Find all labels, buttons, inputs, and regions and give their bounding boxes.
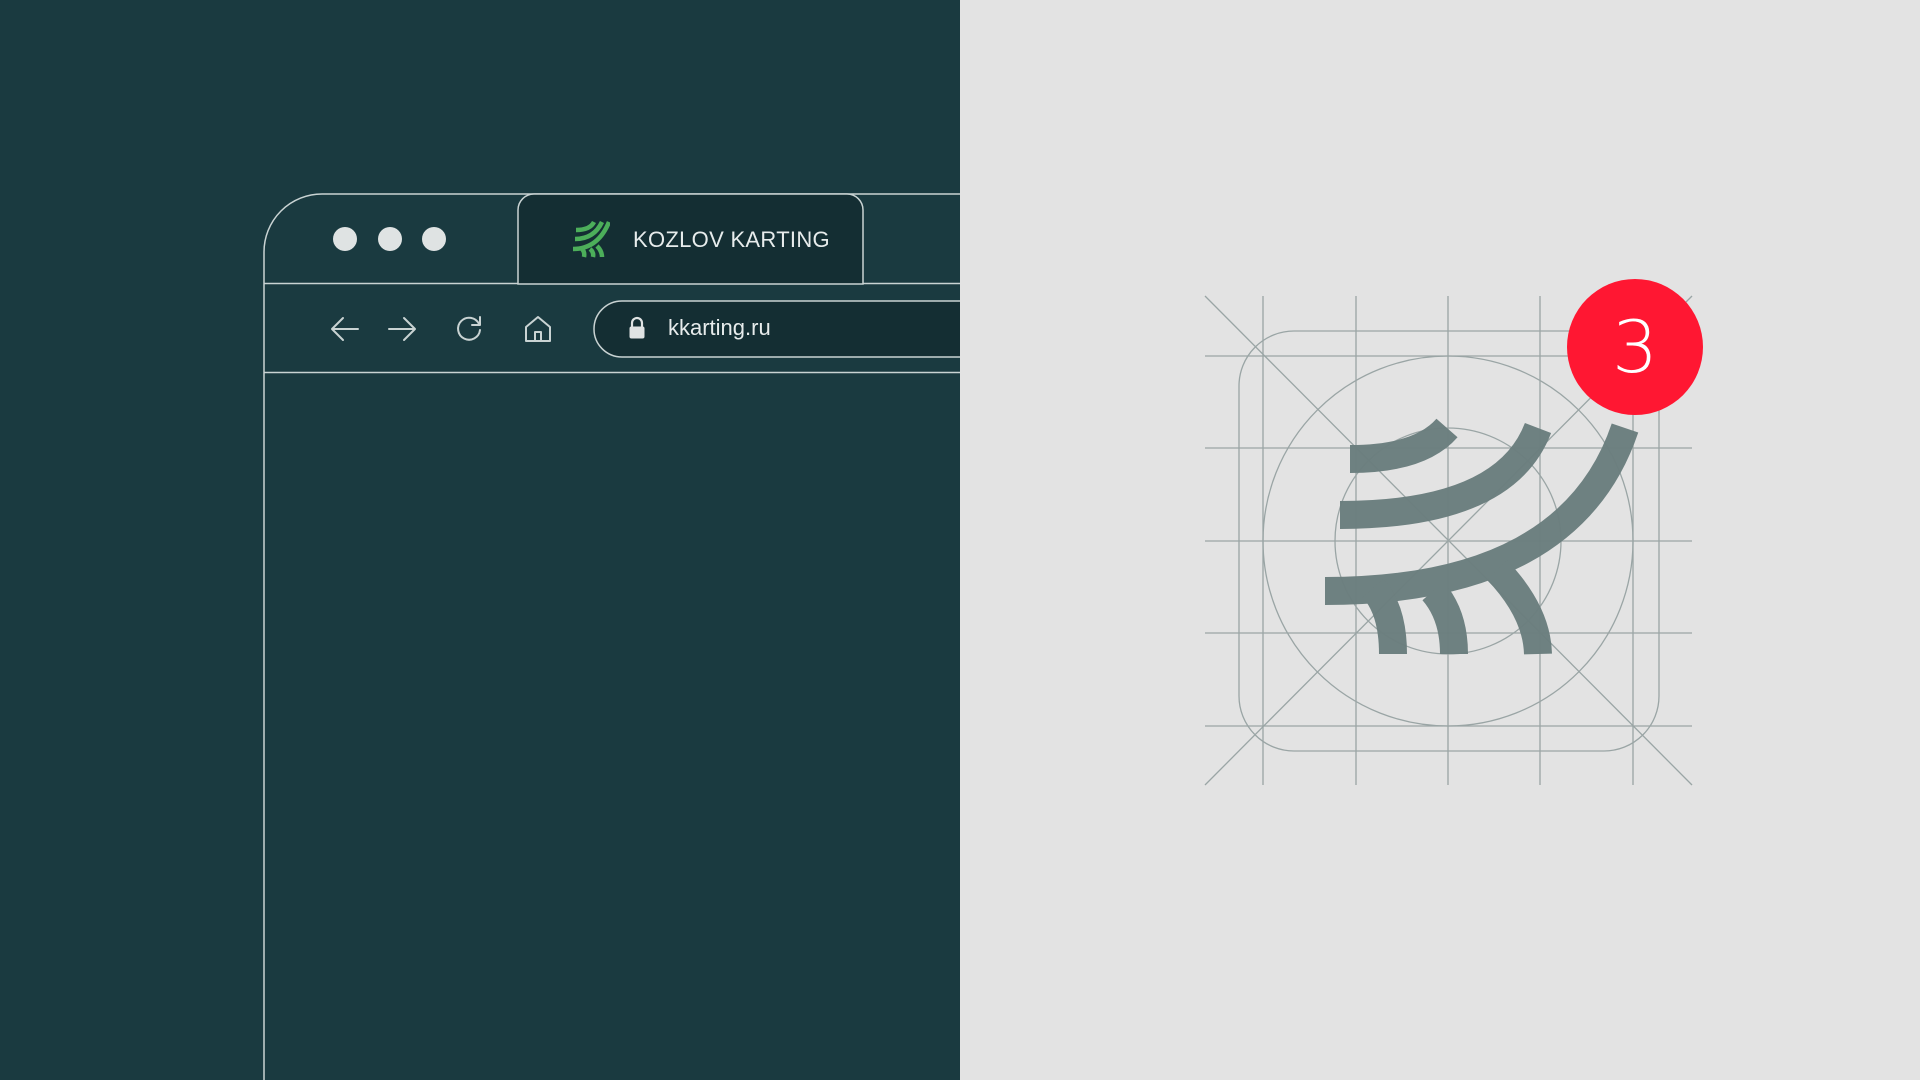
home-icon[interactable]: [522, 313, 554, 345]
window-minimize-dot[interactable]: [377, 226, 403, 252]
arrow-right-icon[interactable]: [385, 314, 419, 344]
tab-title: KOZLOV KARTING: [633, 227, 830, 252]
construction-grid: [1204, 295, 1693, 786]
browser-mockup-panel: KOZLOV KARTING kkarting.ru: [0, 0, 960, 1080]
url-text: kkarting.ru: [668, 315, 771, 340]
app-icon-panel: 3: [960, 0, 1920, 1080]
window-maximize-dot[interactable]: [421, 226, 447, 252]
window-close-dot[interactable]: [332, 226, 358, 252]
kozlov-karting-logo-icon: [572, 221, 610, 258]
notification-badge: 3: [1567, 279, 1703, 415]
lock-icon: [629, 316, 645, 339]
arrow-left-icon[interactable]: [328, 314, 362, 344]
reload-icon[interactable]: [453, 313, 485, 345]
browser-window-frame: [263, 193, 960, 1080]
address-bar[interactable]: [594, 301, 960, 357]
